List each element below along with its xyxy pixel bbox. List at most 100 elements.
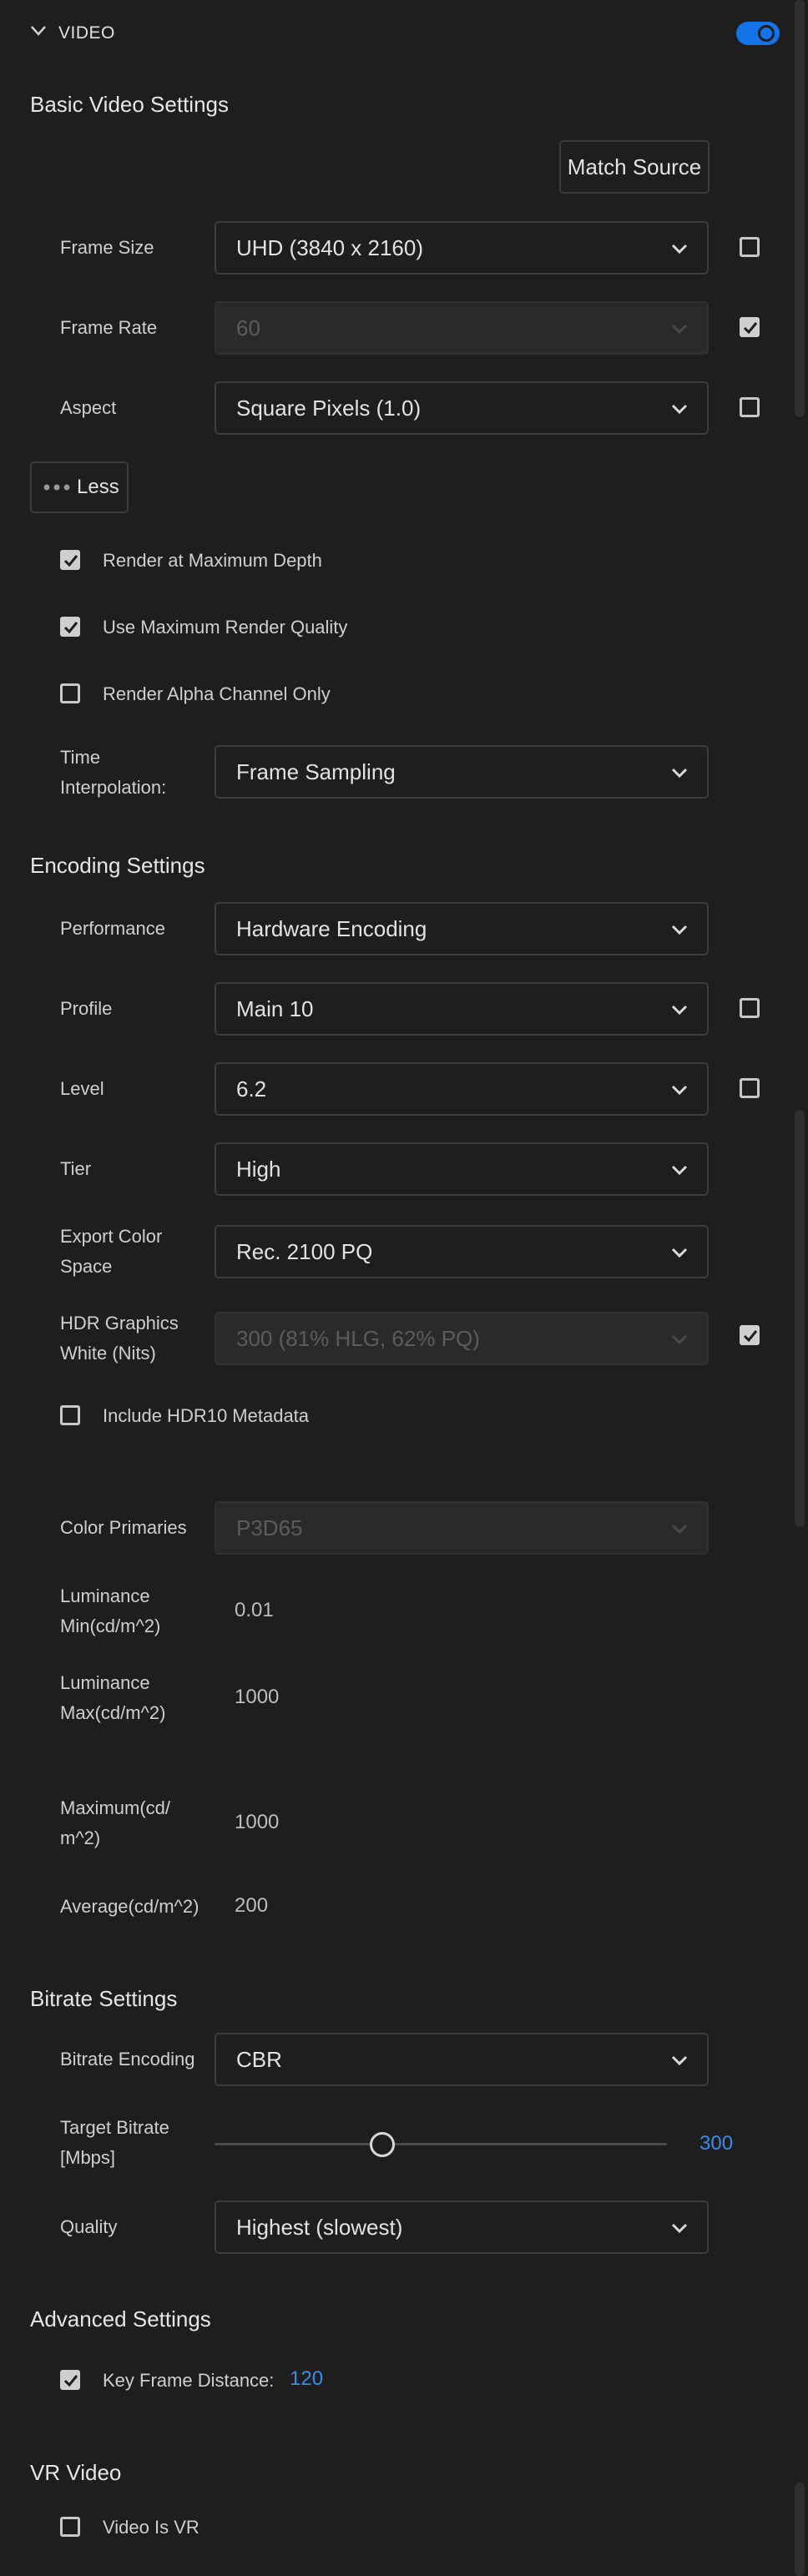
quality-dropdown[interactable]: Highest (slowest) — [215, 2200, 709, 2254]
checkmark-icon — [63, 622, 78, 634]
frame-rate-value: 60 — [236, 315, 260, 340]
profile-value: Main 10 — [236, 996, 314, 1021]
time-interpolation-label: Time Interpolation: — [60, 747, 167, 798]
quality-value: Highest (slowest) — [236, 2214, 403, 2240]
hdr-white-dropdown: 300 (81% HLG, 62% PQ) — [215, 1312, 709, 1365]
checkmark-icon — [743, 322, 758, 335]
tier-dropdown[interactable]: High — [215, 1142, 709, 1196]
more-dots-icon — [43, 484, 70, 491]
frame-rate-override-checkbox[interactable] — [740, 317, 760, 337]
luminance-min-value[interactable]: 0.01 — [235, 1599, 274, 1622]
slider-track — [215, 2143, 667, 2145]
level-value: 6.2 — [236, 1076, 267, 1101]
chevron-down-icon — [671, 1248, 688, 1258]
hdr-white-override-checkbox[interactable] — [740, 1325, 760, 1345]
bitrate-encoding-value: CBR — [236, 2046, 282, 2072]
scrollbar[interactable] — [795, 0, 805, 417]
aspect-value: Square Pixels (1.0) — [236, 395, 422, 421]
hdr-white-value: 300 (81% HLG, 62% PQ) — [236, 1325, 480, 1351]
slider-thumb[interactable] — [369, 2132, 395, 2157]
profile-dropdown[interactable]: Main 10 — [215, 982, 709, 1036]
performance-dropdown[interactable]: Hardware Encoding — [215, 902, 709, 955]
aspect-label: Aspect — [60, 397, 117, 418]
scrollbar[interactable] — [795, 1110, 805, 1527]
chevron-down-icon — [671, 324, 688, 335]
color-primaries-label: Color Primaries — [60, 1517, 187, 1538]
target-bitrate-slider[interactable] — [215, 2131, 667, 2158]
aspect-dropdown[interactable]: Square Pixels (1.0) — [215, 381, 709, 435]
checkmark-icon — [743, 1330, 758, 1343]
chevron-down-icon — [671, 2223, 688, 2234]
target-bitrate-label: Target Bitrate [Mbps] — [60, 2117, 169, 2168]
export-color-space-label: Export Color Space — [60, 1226, 163, 1277]
luminance-max-value[interactable]: 1000 — [235, 1686, 279, 1709]
section-title-bitrate: Bitrate Settings — [30, 1986, 178, 2011]
tier-value: High — [236, 1156, 281, 1182]
performance-value: Hardware Encoding — [236, 915, 427, 941]
hdr-white-label: HDR Graphics White (Nits) — [60, 1313, 179, 1364]
profile-label: Profile — [60, 998, 113, 1019]
chevron-down-icon — [671, 404, 688, 415]
alpha-only-label: Render Alpha Channel Only — [103, 683, 331, 704]
hdr10-metadata-checkbox[interactable] — [60, 1405, 80, 1425]
chevron-down-icon — [671, 1165, 688, 1176]
color-primaries-dropdown: P3D65 — [215, 1501, 709, 1555]
maximum-cll-value[interactable]: 1000 — [235, 1811, 279, 1834]
chevron-down-icon — [671, 1524, 688, 1535]
section-title-basic: Basic Video Settings — [30, 92, 229, 117]
checkmark-icon — [63, 2375, 78, 2387]
alpha-only-checkbox[interactable] — [60, 683, 80, 703]
average-fall-label: Average(cd/m^2) — [60, 1896, 199, 1917]
video-enable-toggle[interactable] — [736, 22, 780, 45]
section-title-video: VIDEO — [58, 23, 115, 43]
max-render-quality-checkbox[interactable] — [60, 617, 80, 637]
aspect-override-checkbox[interactable] — [740, 397, 760, 417]
less-button[interactable]: Less — [30, 461, 129, 513]
scrollbar[interactable] — [795, 2483, 805, 2576]
level-dropdown[interactable]: 6.2 — [215, 1062, 709, 1116]
section-title-encoding: Encoding Settings — [30, 853, 205, 878]
level-override-checkbox[interactable] — [740, 1078, 760, 1098]
frame-rate-dropdown: 60 — [215, 301, 709, 355]
frame-size-value: UHD (3840 x 2160) — [236, 234, 423, 260]
time-interpolation-dropdown[interactable]: Frame Sampling — [215, 745, 709, 799]
chevron-down-icon — [671, 244, 688, 255]
chevron-down-icon — [671, 2055, 688, 2066]
render-max-depth-checkbox[interactable] — [60, 550, 80, 570]
chevron-down-icon — [671, 1085, 688, 1096]
section-title-vr: VR Video — [30, 2460, 122, 2485]
chevron-down-icon — [671, 925, 688, 935]
render-max-depth-label: Render at Maximum Depth — [103, 550, 322, 571]
luminance-max-label: Luminance Max(cd/m^2) — [60, 1672, 166, 1723]
frame-size-dropdown[interactable]: UHD (3840 x 2160) — [215, 221, 709, 275]
frame-size-label: Frame Size — [60, 237, 154, 258]
frame-size-override-checkbox[interactable] — [740, 237, 760, 257]
video-is-vr-checkbox[interactable] — [60, 2517, 80, 2537]
max-render-quality-label: Use Maximum Render Quality — [103, 617, 348, 638]
frame-rate-label: Frame Rate — [60, 317, 158, 338]
export-color-space-dropdown[interactable]: Rec. 2100 PQ — [215, 1225, 709, 1278]
match-source-button[interactable]: Match Source — [559, 140, 710, 194]
bitrate-encoding-label: Bitrate Encoding — [60, 2049, 195, 2069]
hdr10-metadata-label: Include HDR10 Metadata — [103, 1405, 310, 1426]
bitrate-encoding-dropdown[interactable]: CBR — [215, 2033, 709, 2086]
quality-label: Quality — [60, 2216, 118, 2237]
time-interpolation-value: Frame Sampling — [236, 759, 396, 784]
key-frame-label: Key Frame Distance: — [103, 2370, 275, 2391]
key-frame-checkbox[interactable] — [60, 2370, 80, 2390]
maximum-cll-label: Maximum(cd/ m^2) — [60, 1797, 171, 1848]
average-fall-value[interactable]: 200 — [235, 1894, 268, 1918]
chevron-down-icon — [671, 1334, 688, 1345]
performance-label: Performance — [60, 918, 165, 939]
less-label: Less — [77, 476, 119, 498]
export-color-space-value: Rec. 2100 PQ — [236, 1238, 373, 1264]
checkmark-icon — [63, 555, 78, 567]
collapse-chevron-icon[interactable] — [30, 25, 47, 37]
target-bitrate-value[interactable]: 300 — [699, 2132, 733, 2155]
chevron-down-icon — [671, 768, 688, 779]
video-is-vr-label: Video Is VR — [103, 2517, 199, 2538]
video-settings-panel: VIDEO Basic Video Settings Match Source … — [0, 0, 808, 2576]
key-frame-value[interactable]: 120 — [290, 2367, 323, 2391]
profile-override-checkbox[interactable] — [740, 998, 760, 1018]
color-primaries-value: P3D65 — [236, 1515, 303, 1540]
